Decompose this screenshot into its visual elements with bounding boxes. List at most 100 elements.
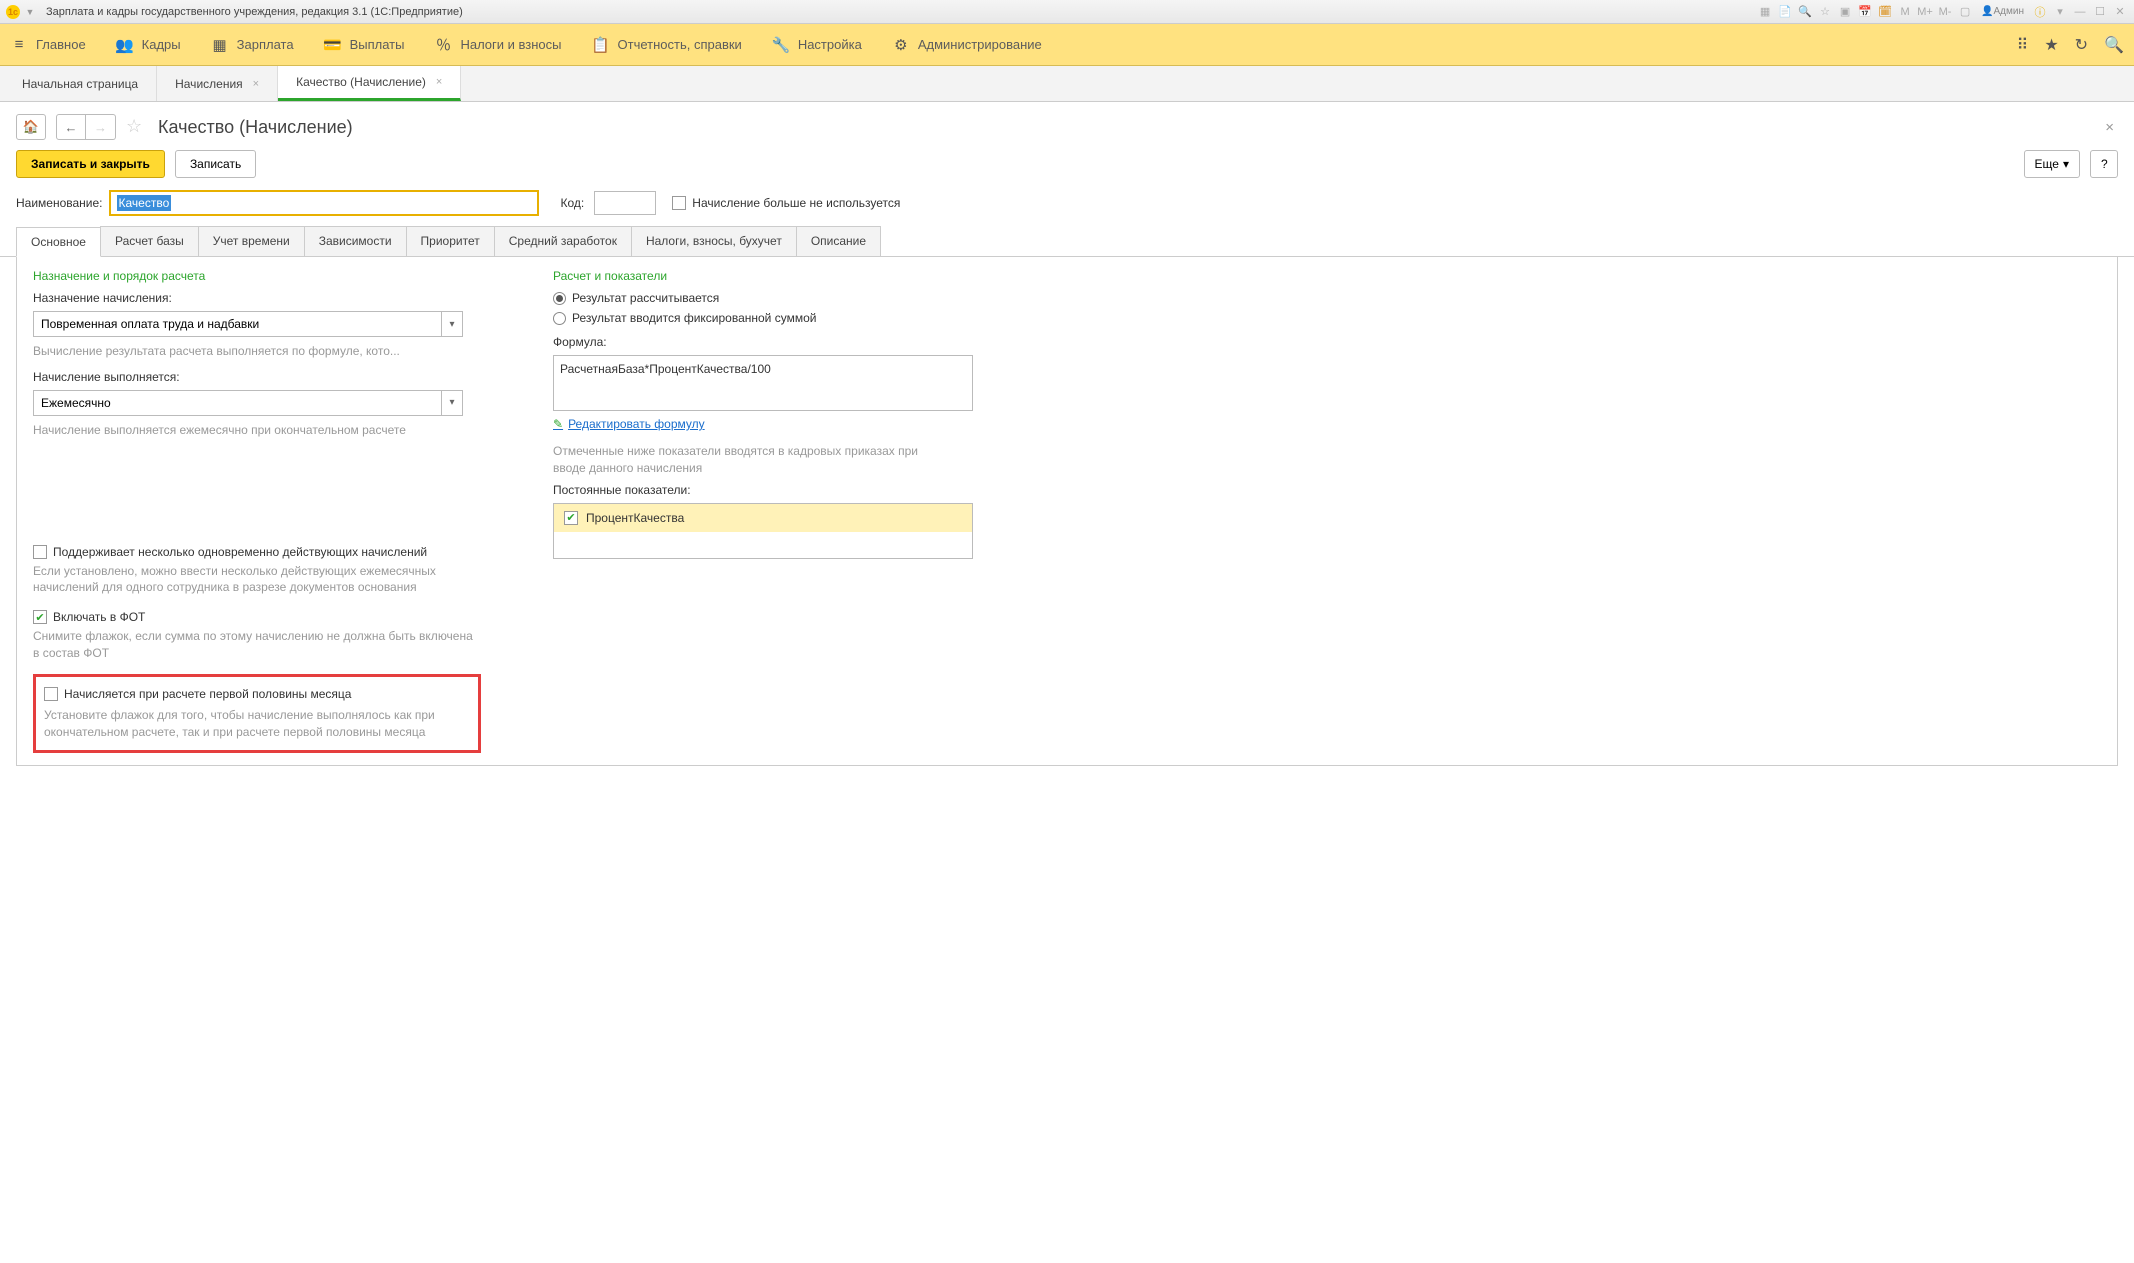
fav-star-icon[interactable]: ★: [2044, 35, 2058, 55]
tb-icon-1[interactable]: ▦: [1757, 4, 1773, 20]
nav-right: ⠿ ★ ↻ 🔍: [2017, 35, 2124, 55]
page-star-icon[interactable]: ☆: [126, 116, 148, 138]
fot-checkbox-row: ✔ Включать в ФОТ: [33, 610, 513, 624]
name-input[interactable]: Качество: [109, 190, 539, 216]
doc-tab-start[interactable]: Начальная страница: [4, 66, 157, 101]
subtabs: Основное Расчет базы Учет времени Зависи…: [0, 226, 2134, 257]
purpose-input[interactable]: [33, 311, 441, 337]
m-icon[interactable]: M: [1897, 4, 1913, 20]
star-icon[interactable]: ☆: [1817, 4, 1833, 20]
exec-label: Начисление выполняется:: [33, 370, 513, 384]
page-close-icon[interactable]: ×: [2105, 119, 2118, 136]
doc-tab-nachisleniya[interactable]: Начисления×: [157, 66, 278, 101]
history-icon[interactable]: ↻: [2075, 35, 2088, 55]
fot-checkbox[interactable]: ✔: [33, 610, 47, 624]
exec-dropdown[interactable]: ▾: [33, 390, 463, 416]
chevron-down-icon[interactable]: ▾: [441, 311, 463, 337]
doc-tab-kachestvo[interactable]: Качество (Начисление)×: [278, 66, 461, 101]
save-close-button[interactable]: Записать и закрыть: [16, 150, 165, 178]
subtab-osnovnoe[interactable]: Основное: [16, 227, 101, 257]
back-button[interactable]: ←: [56, 114, 86, 140]
subtab-sredniy[interactable]: Средний заработок: [494, 226, 632, 256]
chevron-down-icon[interactable]: ▾: [441, 390, 463, 416]
first-half-checkbox[interactable]: [44, 687, 58, 701]
subtab-prioritet[interactable]: Приоритет: [406, 226, 495, 256]
purpose-label: Назначение начисления:: [33, 291, 513, 305]
subtab-opisanie[interactable]: Описание: [796, 226, 881, 256]
edit-formula-label: Редактировать формулу: [568, 417, 705, 431]
calc-icon[interactable]: 🗓: [1877, 4, 1893, 20]
radio-fixed[interactable]: [553, 312, 566, 325]
indicators-box: ✔ ПроцентКачества: [553, 503, 973, 559]
m-plus-icon[interactable]: M+: [1917, 4, 1933, 20]
doc-tabsbar: Начальная страница Начисления× Качество …: [0, 66, 2134, 102]
menu-icon: ≡: [10, 36, 28, 54]
first-half-highlight: Начисляется при расчете первой половины …: [33, 674, 481, 754]
doc-tab-start-label: Начальная страница: [22, 77, 138, 91]
help-button[interactable]: ?: [2090, 150, 2118, 178]
fot-hint: Снимите флажок, если сумма по этому начи…: [33, 628, 473, 662]
people-icon: 👥: [116, 36, 134, 54]
more-button[interactable]: Еще▾: [2024, 150, 2080, 178]
nav-nastroyka[interactable]: 🔧Настройка: [772, 36, 862, 54]
search-icon[interactable]: 🔍: [2104, 35, 2124, 55]
purpose-hint: Вычисление результата расчета выполняетс…: [33, 343, 473, 360]
nav-vyplaty[interactable]: 💳Выплаты: [324, 36, 405, 54]
subtab-uchet-vremeni[interactable]: Учет времени: [198, 226, 305, 256]
tb-icon-2[interactable]: 📄: [1777, 4, 1793, 20]
nav-admin[interactable]: ⚙Администрирование: [892, 36, 1042, 54]
m-minus-icon[interactable]: M-: [1937, 4, 1953, 20]
exec-input[interactable]: [33, 390, 441, 416]
info-icon[interactable]: ⓘ: [2032, 4, 2048, 20]
indicator-row[interactable]: ✔ ПроцентКачества: [554, 504, 972, 532]
purpose-dropdown[interactable]: ▾: [33, 311, 463, 337]
code-label: Код:: [561, 196, 585, 210]
inactive-checkbox[interactable]: [672, 196, 686, 210]
calendar-icon[interactable]: 📅: [1857, 4, 1873, 20]
multi-checkbox-row: Поддерживает несколько одновременно дейс…: [33, 545, 513, 559]
maximize-icon[interactable]: ☐: [2092, 4, 2108, 20]
first-half-checkbox-row: Начисляется при расчете первой половины …: [44, 687, 470, 701]
nav-zarplata[interactable]: ▦Зарплата: [211, 36, 294, 54]
panel-icon[interactable]: ▢: [1957, 4, 1973, 20]
nav-arrows: ← →: [56, 114, 116, 140]
minimize-icon[interactable]: —: [2072, 4, 2088, 20]
formula-value: РасчетнаяБаза*ПроцентКачества/100: [560, 362, 771, 376]
edit-formula-link[interactable]: ✎ Редактировать формулу: [553, 417, 973, 431]
nav-main[interactable]: ≡Главное: [10, 36, 86, 54]
nav-otchet[interactable]: 📋Отчетность, справки: [592, 36, 742, 54]
subtab-nalogi[interactable]: Налоги, взносы, бухучет: [631, 226, 797, 256]
apps-icon[interactable]: ⠿: [2017, 35, 2029, 55]
radio-calculated[interactable]: [553, 292, 566, 305]
tb-icon-5[interactable]: ▣: [1837, 4, 1853, 20]
user-label[interactable]: 👤 Админ: [1977, 4, 2028, 20]
name-input-value: Качество: [117, 195, 172, 211]
app-menu-dropdown-icon[interactable]: ▼: [24, 6, 36, 18]
formula-field[interactable]: РасчетнаяБаза*ПроцентКачества/100: [553, 355, 973, 411]
dropdown-icon[interactable]: ▾: [2052, 4, 2068, 20]
clipboard-icon: 📋: [592, 36, 610, 54]
nav-kadry[interactable]: 👥Кадры: [116, 36, 181, 54]
save-button[interactable]: Записать: [175, 150, 256, 178]
close-icon[interactable]: ×: [436, 76, 442, 88]
nav-nalogi[interactable]: ％Налоги и взносы: [434, 36, 561, 54]
indicators-hint: Отмеченные ниже показатели вводятся в ка…: [553, 443, 953, 477]
home-button[interactable]: 🏠: [16, 114, 46, 140]
percent-icon: ％: [434, 36, 452, 54]
pencil-icon: ✎: [553, 417, 563, 431]
page-header: 🏠 ← → ☆ Качество (Начисление) ×: [0, 102, 2134, 150]
code-input[interactable]: [594, 191, 656, 215]
first-half-label: Начисляется при расчете первой половины …: [64, 687, 351, 701]
radio-fixed-label: Результат вводится фиксированной суммой: [572, 311, 816, 325]
close-window-icon[interactable]: ✕: [2112, 4, 2128, 20]
app-logo-icon: 1c: [6, 5, 20, 19]
fot-checkbox-label: Включать в ФОТ: [53, 610, 145, 624]
forward-button[interactable]: →: [86, 114, 116, 140]
tb-icon-3[interactable]: 🔍: [1797, 4, 1813, 20]
chevron-down-icon: ▾: [2063, 157, 2069, 171]
subtab-raschet-bazy[interactable]: Расчет базы: [100, 226, 199, 256]
indicator-checkbox[interactable]: ✔: [564, 511, 578, 525]
multi-checkbox[interactable]: [33, 545, 47, 559]
close-icon[interactable]: ×: [253, 78, 259, 90]
subtab-zavisimosti[interactable]: Зависимости: [304, 226, 407, 256]
